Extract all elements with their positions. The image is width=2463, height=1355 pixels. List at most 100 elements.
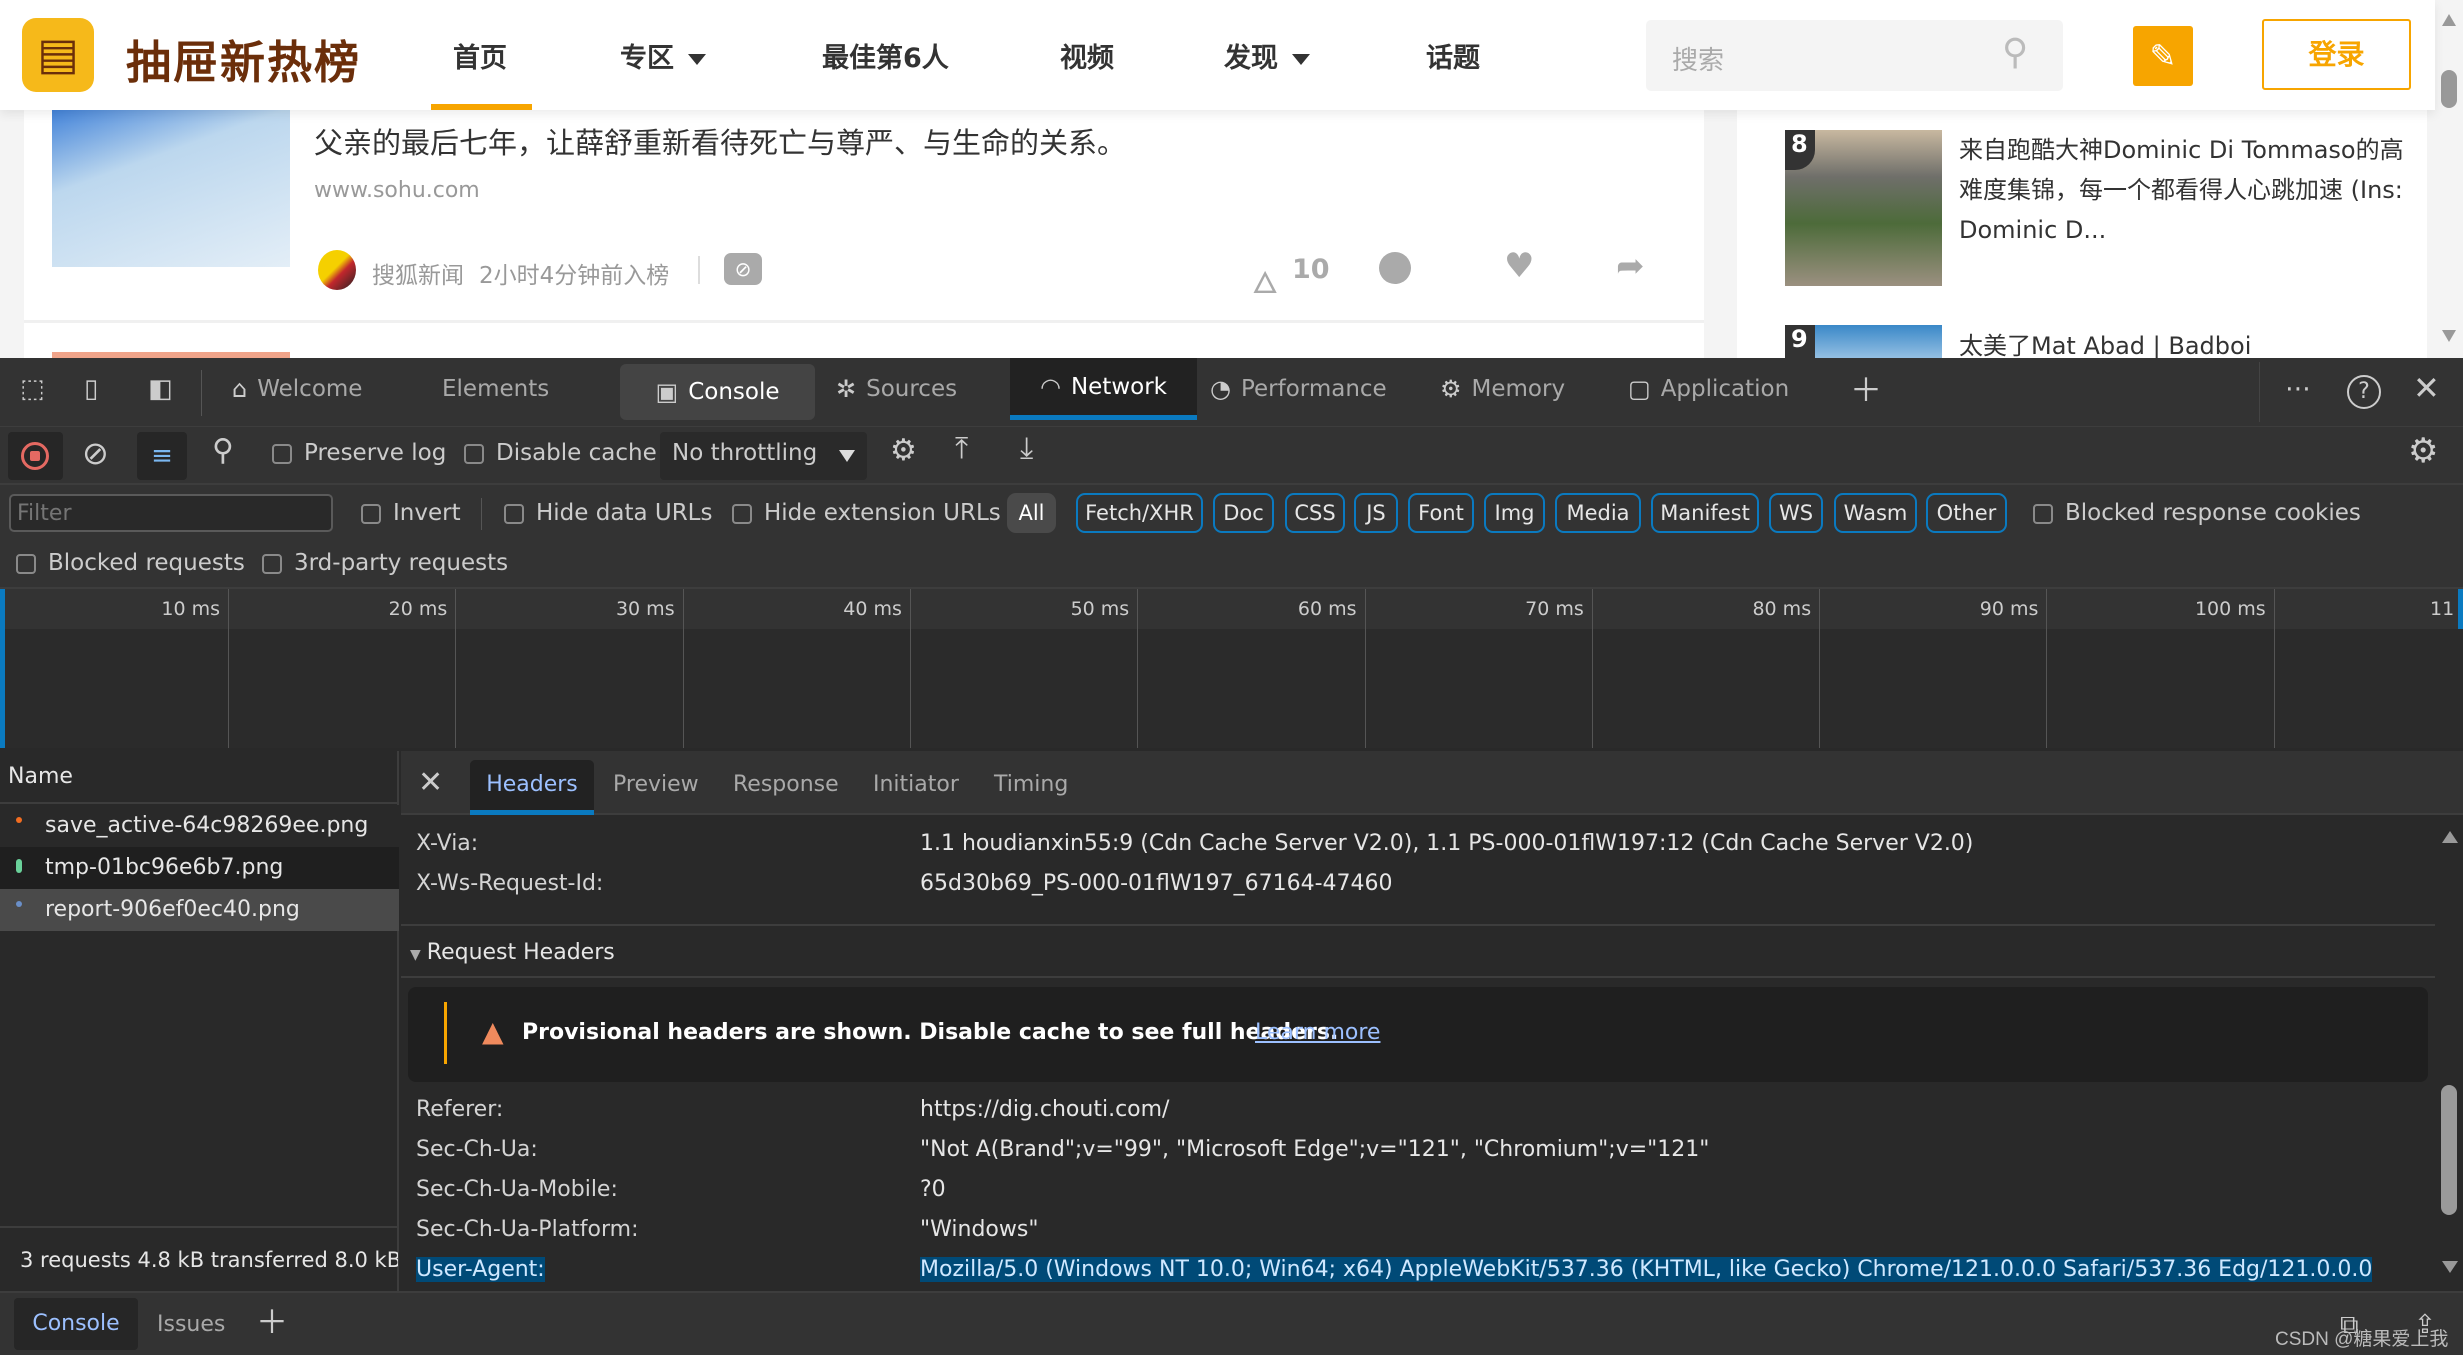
record-icon [21, 442, 49, 470]
device-emulation-icon[interactable]: ▯ [84, 376, 98, 402]
tab-sources[interactable]: ✲ Sources [836, 358, 957, 420]
hide-data-urls-checkbox[interactable]: Hide data URLs [504, 500, 712, 526]
request-row[interactable]: tmp-01bc96e6b7.png [0, 847, 399, 889]
throttling-select[interactable]: No throttling [660, 432, 867, 480]
header-value[interactable]: Mozilla/5.0 (Windows NT 10.0; Win64; x64… [920, 1257, 2373, 1282]
filter-type-img[interactable]: Img [1484, 493, 1545, 533]
filter-type-doc[interactable]: Doc [1213, 493, 1274, 533]
export-har-icon[interactable]: ⤓ [1020, 434, 1033, 464]
hot-item-title[interactable]: 来自跑酷大神Dominic Di Tommaso的高难度集锦，每一个都看得人心跳… [1959, 130, 2404, 250]
blocked-requests-checkbox[interactable]: Blocked requests [16, 550, 245, 576]
close-detail-icon[interactable]: ✕ [418, 768, 443, 798]
tab-network[interactable]: ◠ Network [1010, 358, 1197, 420]
like-icon[interactable]: 🜂 [1252, 250, 1278, 311]
filter-input[interactable] [9, 494, 333, 532]
search-input[interactable]: 搜索 [1672, 40, 1724, 77]
scroll-up-icon[interactable] [2442, 14, 2456, 26]
header-value[interactable]: 65d30b69_PS-000-01flW197_67164-47460 [920, 871, 1393, 896]
detail-tab-headers[interactable]: Headers [470, 760, 594, 815]
post-button[interactable]: ✎ [2133, 26, 2193, 86]
nav-item[interactable]: 视频 [1060, 36, 1114, 75]
filter-type-wasm[interactable]: Wasm [1834, 493, 1917, 533]
search-icon[interactable]: ⚲ [2002, 32, 2028, 73]
detail-tab-preview[interactable]: Preview [613, 760, 699, 815]
search-box[interactable]: 搜索 ⚲ [1646, 20, 2063, 91]
learn-more-link[interactable]: Learn more [1255, 1020, 1380, 1045]
scroll-down-icon[interactable] [2442, 330, 2456, 342]
hot-item-title[interactable]: 太美了Mat Abad | Badboi [1959, 326, 2251, 358]
header-value[interactable]: 1.1 houdianxin55:9 (Cdn Cache Server V2.… [920, 831, 1973, 856]
share-icon[interactable]: ➦ [1616, 246, 1645, 286]
search-icon[interactable]: ⚲ [212, 436, 234, 466]
clear-icon[interactable]: ⊘ [82, 437, 109, 469]
scroll-up-icon[interactable] [2442, 831, 2458, 843]
filter-type-font[interactable]: Font [1408, 493, 1474, 533]
add-drawer-tab-icon[interactable]: ＋ [256, 1306, 288, 1338]
name-column-header[interactable]: Name [8, 764, 73, 789]
filter-type-other[interactable]: Other [1926, 493, 2007, 533]
tab-elements[interactable]: Elements [432, 358, 549, 420]
filter-type-css[interactable]: CSS [1285, 493, 1345, 533]
nav-item[interactable]: 最佳第6人 [822, 36, 949, 75]
filter-type-fetch-xhr[interactable]: Fetch/XHR [1076, 493, 1203, 533]
disable-cache-checkbox[interactable]: Disable cache [464, 440, 657, 466]
header-value[interactable]: "Not A(Brand";v="99", "Microsoft Edge";v… [920, 1137, 1709, 1162]
nav-item[interactable]: 发现 [1224, 36, 1310, 75]
tab-welcome[interactable]: ⌂ Welcome [232, 358, 362, 420]
topic-icon[interactable]: ⊘ [724, 253, 762, 285]
request-row[interactable]: report-906ef0ec40.png [0, 889, 399, 931]
site-logo-text[interactable]: 抽屉新热榜 [126, 26, 361, 91]
filter-toggle-button[interactable]: ≡ [137, 432, 187, 480]
heart-icon[interactable]: ♥ [1504, 246, 1534, 286]
dock-side-icon[interactable]: ◧ [148, 376, 173, 402]
header-value[interactable]: https://dig.chouti.com/ [920, 1097, 1169, 1122]
nav-item[interactable]: 专区 [620, 36, 706, 75]
help-icon[interactable]: ? [2347, 375, 2381, 409]
tab-memory[interactable]: ⚙ Memory [1440, 358, 1565, 420]
network-conditions-icon[interactable]: ⚙ [890, 436, 917, 466]
tab-performance[interactable]: ◔ Performance [1210, 358, 1387, 420]
filter-type-ws[interactable]: WS [1769, 493, 1823, 533]
detail-tab-initiator[interactable]: Initiator [873, 760, 959, 815]
article-source[interactable]: 搜狐新闻 [372, 256, 464, 290]
scroll-down-icon[interactable] [2442, 1261, 2458, 1273]
logo-icon[interactable]: ▤ [22, 18, 94, 92]
add-tool-icon[interactable]: ＋ [1850, 374, 1882, 406]
timeline-selection-handle[interactable] [0, 589, 5, 748]
detail-tab-timing[interactable]: Timing [994, 760, 1068, 815]
article-title[interactable]: 父亲的最后七年，让薛舒重新看待死亡与尊严、与生命的关系。 [314, 120, 1126, 162]
scrollbar-thumb[interactable] [2441, 70, 2457, 108]
filter-type-all[interactable]: All [1007, 493, 1056, 533]
header-value[interactable]: ?0 [920, 1177, 946, 1202]
preserve-log-checkbox[interactable]: Preserve log [272, 440, 446, 466]
filter-type-js[interactable]: JS [1354, 493, 1398, 533]
header-value[interactable]: "Windows" [920, 1217, 1038, 1242]
hide-extension-urls-checkbox[interactable]: Hide extension URLs [732, 500, 1001, 526]
filter-type-manifest[interactable]: Manifest [1651, 493, 1759, 533]
scrollbar-thumb[interactable] [2441, 1085, 2457, 1215]
invert-checkbox[interactable]: Invert [361, 500, 461, 526]
settings-gear-icon[interactable]: ⚙ [2408, 434, 2438, 468]
request-row[interactable]: save_active-64c98269ee.png [0, 805, 399, 847]
inspect-icon[interactable]: ⬚ [20, 376, 45, 402]
tab-console[interactable]: ▣ Console [620, 364, 815, 420]
nav-item[interactable]: 首页 [453, 36, 507, 75]
third-party-requests-checkbox[interactable]: 3rd-party requests [262, 550, 508, 576]
filter-type-media[interactable]: Media [1555, 493, 1641, 533]
drawer-tab-console[interactable]: Console [14, 1298, 138, 1350]
tab-application[interactable]: ▢ Application [1628, 358, 1789, 420]
close-devtools-icon[interactable]: ✕ [2413, 372, 2440, 404]
nav-item[interactable]: 话题 [1426, 36, 1480, 75]
record-button[interactable] [8, 432, 63, 480]
login-button[interactable]: 登录 [2262, 19, 2411, 90]
request-headers-section-toggle[interactable]: ▼ Request Headers [410, 940, 615, 965]
page-scrollbar[interactable] [2435, 0, 2463, 358]
article-domain[interactable]: www.sohu.com [314, 178, 480, 203]
comment-icon[interactable] [1379, 252, 1411, 284]
import-har-icon[interactable]: ⤒ [955, 434, 968, 464]
more-icon[interactable]: ⋯ [2285, 376, 2311, 402]
drawer-tab-issues[interactable]: Issues [157, 1312, 225, 1337]
detail-scrollbar[interactable] [2435, 815, 2463, 1291]
blocked-response-cookies-checkbox[interactable]: Blocked response cookies [2033, 500, 2361, 526]
detail-tab-response[interactable]: Response [733, 760, 839, 815]
